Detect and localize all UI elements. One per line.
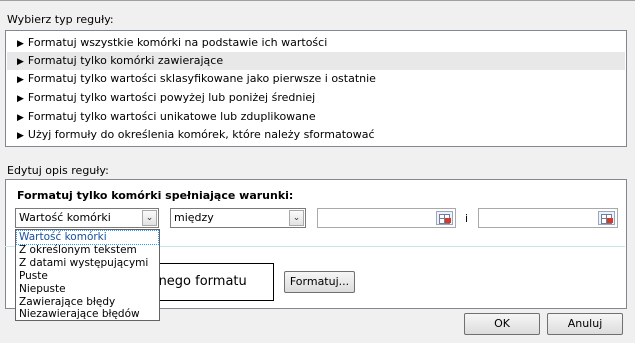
second-value-field[interactable] xyxy=(478,208,618,228)
format-button[interactable]: Formatuj... xyxy=(284,271,355,293)
triangle-right-icon: ▶ xyxy=(17,57,24,67)
top-edge xyxy=(0,0,635,1)
rule-type-item[interactable]: ▶ Formatuj tylko wartości powyżej lub pon… xyxy=(7,89,625,107)
description-title: Formatuj tylko komórki spełniające warun… xyxy=(17,189,294,202)
chevron-down-icon[interactable]: ⌄ xyxy=(142,210,157,226)
operator-select[interactable]: między ⌄ xyxy=(170,208,306,228)
dropdown-option[interactable]: Puste xyxy=(17,270,158,283)
format-preview: ionego formatu xyxy=(148,263,274,301)
dropdown-option[interactable]: Z datami występującymi xyxy=(17,257,158,270)
chevron-down-icon[interactable]: ⌄ xyxy=(289,210,304,226)
collapse-dialog-icon[interactable] xyxy=(436,211,453,225)
cancel-button[interactable]: Anuluj xyxy=(547,313,623,335)
collapse-dialog-icon[interactable] xyxy=(598,211,615,225)
triangle-right-icon: ▶ xyxy=(17,94,24,104)
rule-type-label: Wybierz typ reguły: xyxy=(7,13,114,26)
dropdown-option[interactable]: Niezawierające błędów xyxy=(17,308,158,321)
and-label: i xyxy=(465,212,469,225)
ok-button[interactable]: OK xyxy=(464,313,540,335)
triangle-right-icon: ▶ xyxy=(17,131,24,141)
triangle-right-icon: ▶ xyxy=(17,39,24,49)
triangle-right-icon: ▶ xyxy=(17,75,24,85)
triangle-right-icon: ▶ xyxy=(17,113,24,123)
rule-type-item-selected[interactable]: ▶ Formatuj tylko komórki zawierające xyxy=(7,52,625,70)
rule-type-item[interactable]: ▶ Użyj formuły do określenia komórek, któ… xyxy=(7,126,625,144)
first-value-field[interactable] xyxy=(317,208,456,228)
cell-value-select[interactable]: Wartość komórki ⌄ xyxy=(15,208,159,228)
dropdown-option[interactable]: Wartość komórki xyxy=(16,230,159,245)
edit-description-label: Edytuj opis reguły: xyxy=(7,164,109,177)
rule-type-item[interactable]: ▶ Formatuj tylko wartości sklasyfikowane … xyxy=(7,70,625,88)
cell-value-dropdown-list[interactable]: Wartość komórki Z określonym tekstem Z d… xyxy=(15,229,160,321)
rule-type-item[interactable]: ▶ Formatuj wszystkie komórki na podstawie… xyxy=(7,34,625,52)
rule-type-list[interactable]: ▶ Formatuj wszystkie komórki na podstawie… xyxy=(5,30,627,147)
rule-type-item[interactable]: ▶ Formatuj tylko wartości unikatowe lub z… xyxy=(7,108,625,126)
dropdown-option[interactable]: Niepuste xyxy=(17,283,158,296)
dropdown-option[interactable]: Z określonym tekstem xyxy=(17,244,158,257)
